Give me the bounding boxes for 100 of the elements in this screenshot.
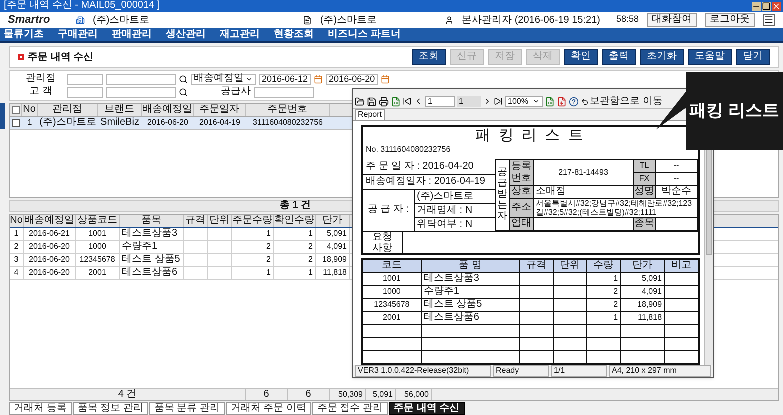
- nav-item[interactable]: 비즈니스 파트너: [328, 28, 401, 40]
- header-checkbox[interactable]: [12, 106, 20, 114]
- header-button[interactable]: 대화참여: [647, 13, 697, 27]
- table-cell: 2016-06-20: [24, 241, 76, 253]
- field-label: 등록 번호: [510, 160, 534, 186]
- supplier-info: 거래명세 : N: [415, 204, 495, 218]
- maximize-icon[interactable]: [762, 2, 771, 10]
- column-header[interactable]: 규격: [184, 215, 208, 227]
- column-header[interactable]: 주문번호: [246, 104, 330, 116]
- table-cell: 테스트상품3: [421, 272, 520, 286]
- nav-item[interactable]: 현황조회: [274, 28, 314, 40]
- close-icon[interactable]: [772, 2, 781, 10]
- zoom-select[interactable]: 100%: [505, 96, 543, 107]
- save-icon[interactable]: [367, 96, 377, 106]
- nav-item[interactable]: 구매관리: [58, 28, 98, 40]
- search-icon[interactable]: [179, 88, 188, 96]
- calendar-icon[interactable]: [314, 74, 324, 84]
- user-icon: [445, 16, 454, 24]
- nav-item[interactable]: 재고관리: [220, 28, 260, 40]
- menu-icon[interactable]: [763, 14, 775, 26]
- bottom-tab[interactable]: 주문 내역 수신: [389, 402, 465, 415]
- column-header[interactable]: 확인수량: [274, 215, 316, 227]
- table-cell: 18,909: [316, 254, 350, 266]
- calendar-icon[interactable]: [381, 74, 390, 84]
- bottom-tab[interactable]: 거래처 등록: [9, 402, 72, 415]
- table-cell: 1: [586, 312, 621, 324]
- move-button[interactable]: 보관함으로 이동: [581, 96, 663, 107]
- nav-item[interactable]: 생산관리: [166, 28, 206, 40]
- column-header: 단가: [620, 259, 665, 272]
- column-header[interactable]: 단가: [316, 215, 350, 227]
- toolbar-button[interactable]: 닫기: [736, 49, 770, 65]
- print-icon[interactable]: [379, 96, 389, 106]
- pdf-icon[interactable]: [557, 96, 567, 106]
- status-field: 1/1: [551, 365, 607, 377]
- bottom-tab[interactable]: 주문 접수 관리: [312, 402, 388, 415]
- footer-cell: 4 건: [10, 389, 246, 400]
- report-title: 패 킹 리 스 트: [474, 127, 586, 145]
- search-icon[interactable]: [179, 74, 188, 84]
- column-header[interactable]: 주문수량: [232, 215, 274, 227]
- report-tab[interactable]: Report: [355, 109, 386, 120]
- column-header[interactable]: 상품코드: [76, 215, 120, 227]
- column-header[interactable]: 주문일자: [194, 104, 246, 116]
- input-field[interactable]: [67, 74, 103, 84]
- toolbar-button[interactable]: 조회: [412, 49, 446, 65]
- column-header[interactable]: No: [10, 215, 24, 227]
- column-header[interactable]: 관리점: [38, 104, 98, 116]
- table-cell: 2016-06-20: [24, 254, 76, 266]
- open-icon[interactable]: [355, 96, 365, 106]
- column-header[interactable]: 배송예정일: [24, 215, 76, 227]
- input-field[interactable]: [254, 86, 314, 98]
- column-header[interactable]: No: [22, 104, 38, 116]
- field-label: 주소: [510, 198, 534, 218]
- table-cell: [553, 272, 587, 286]
- table-cell: 1001: [362, 272, 422, 286]
- footer-cell: 6: [246, 389, 288, 400]
- excel-icon[interactable]: [545, 96, 555, 106]
- table-cell-text: 3111604080232756: [252, 117, 324, 129]
- field-label: 고 객: [28, 86, 54, 98]
- first-page-icon[interactable]: [403, 97, 412, 106]
- return-arrow-icon[interactable]: [581, 98, 589, 106]
- help-icon[interactable]: [569, 96, 579, 106]
- company-name: (주)스마트로: [320, 14, 378, 28]
- bottom-tab[interactable]: 품목 정보 관리: [72, 402, 148, 415]
- nav-item[interactable]: 물류기초: [4, 28, 44, 40]
- previous-page-icon[interactable]: [414, 97, 423, 106]
- toolbar-button[interactable]: 초기화: [640, 49, 684, 65]
- table-cell: 18,909: [620, 298, 665, 312]
- caret-icon[interactable]: [533, 98, 540, 105]
- minimize-icon[interactable]: [752, 2, 761, 10]
- last-page-icon[interactable]: [494, 97, 503, 106]
- caret-icon[interactable]: [246, 76, 253, 82]
- table-cell: 1: [586, 272, 621, 286]
- page-field[interactable]: 1: [425, 96, 455, 107]
- next-page-icon[interactable]: [483, 97, 492, 106]
- column-header[interactable]: 품목: [120, 215, 184, 227]
- sidebar-handle[interactable]: [0, 103, 5, 129]
- column-header[interactable]: 단위: [208, 215, 232, 227]
- date-field[interactable]: 2016-06-12: [259, 74, 312, 84]
- column-header[interactable]: 브랜드: [98, 104, 142, 116]
- table-cell: 4: [10, 267, 24, 279]
- input-field[interactable]: [106, 86, 176, 98]
- row-checkbox[interactable]: [12, 119, 20, 127]
- toolbar-button[interactable]: 확인: [564, 49, 598, 65]
- toolbar-button[interactable]: 도움말: [688, 49, 732, 65]
- date-type-select[interactable]: 배송예정일: [191, 74, 256, 84]
- nav-item[interactable]: 판매관리: [112, 28, 152, 40]
- status-field: A4, 210 x 297 mm: [609, 365, 711, 377]
- bottom-tab[interactable]: 품목 분류 관리: [149, 402, 225, 415]
- table-cell-text: 2016-04-19: [198, 117, 242, 129]
- input-field[interactable]: [106, 74, 176, 84]
- table-cell: 테스트 상품5: [120, 254, 184, 266]
- column-header[interactable]: 배송예정일: [142, 104, 194, 116]
- field-label: 공 급 자 :: [363, 190, 415, 231]
- bottom-tab[interactable]: 거래처 주문 이력: [226, 402, 312, 415]
- header-button[interactable]: 로그아웃: [705, 13, 755, 27]
- date-field[interactable]: 2016-06-20: [326, 74, 378, 84]
- export-icon[interactable]: [391, 96, 401, 106]
- input-field[interactable]: [67, 86, 103, 98]
- table-cell: 테스트상품3: [120, 228, 184, 240]
- toolbar-button[interactable]: 출력: [602, 49, 636, 65]
